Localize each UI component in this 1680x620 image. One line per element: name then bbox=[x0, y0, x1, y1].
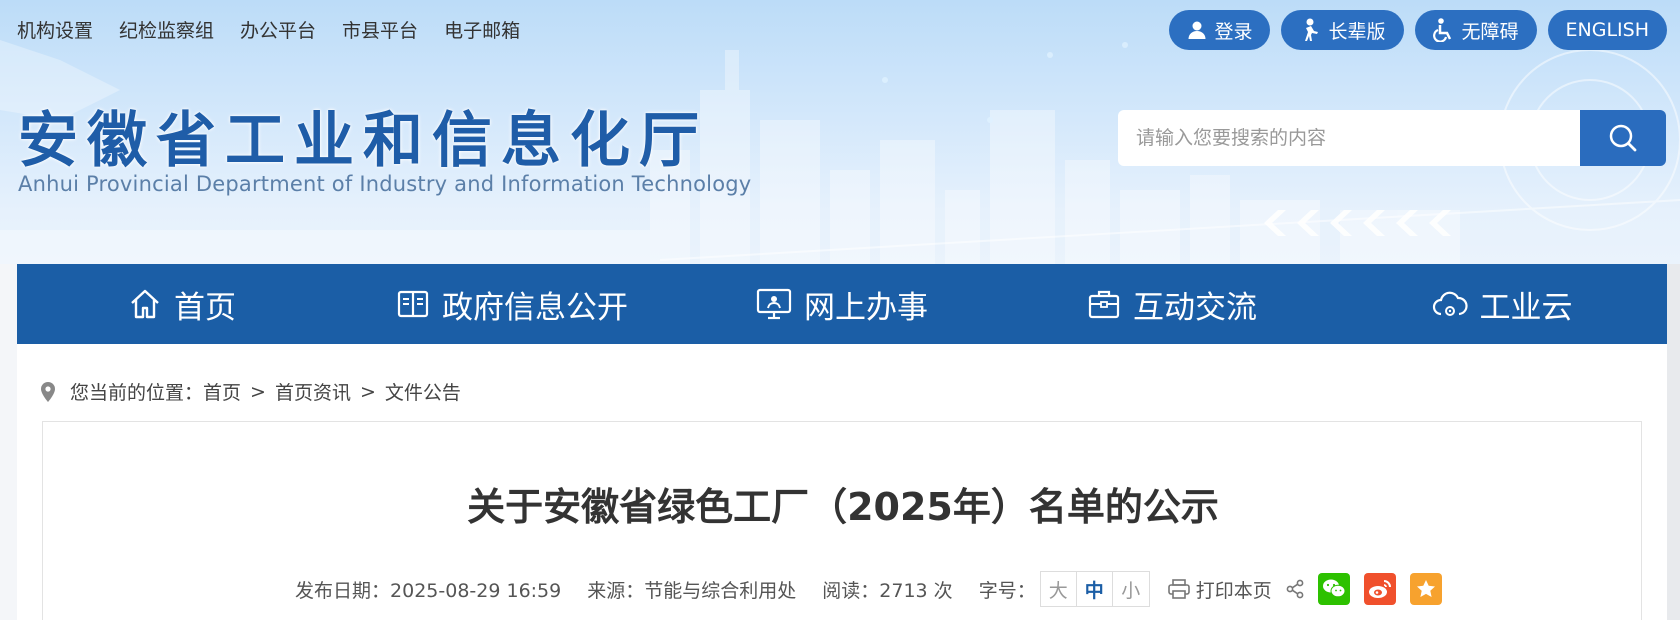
star-icon bbox=[1416, 580, 1435, 597]
top-link-city-county[interactable]: 市县平台 bbox=[342, 16, 418, 43]
home-icon bbox=[131, 289, 159, 319]
monitor-person-icon bbox=[756, 288, 792, 320]
user-icon bbox=[1188, 21, 1206, 39]
main-nav: 首页 政府信息公开 网上办事 互动交流 工业云 bbox=[17, 264, 1667, 344]
top-link-office[interactable]: 办公平台 bbox=[240, 16, 316, 43]
site-logo-cn: 安徽省工业和信息化厅 bbox=[18, 106, 708, 176]
elder-icon bbox=[1305, 18, 1319, 41]
wheelchair-icon bbox=[1432, 18, 1451, 42]
nav-item-online-service[interactable]: 网上办事 bbox=[677, 264, 1007, 344]
nav-item-home-label: 首页 bbox=[174, 289, 236, 326]
book-icon bbox=[397, 290, 429, 318]
top-link-email[interactable]: 电子邮箱 bbox=[444, 16, 520, 43]
search-button[interactable] bbox=[1580, 110, 1666, 166]
nav-item-interaction[interactable]: 互动交流 bbox=[1007, 264, 1337, 344]
breadcrumb-news[interactable]: 首页资讯 bbox=[275, 378, 351, 405]
print-label: 打印本页 bbox=[1195, 579, 1272, 602]
weibo-share-button[interactable] bbox=[1363, 573, 1396, 605]
briefcase-icon bbox=[1088, 290, 1120, 319]
breadcrumb-separator: > bbox=[359, 380, 376, 403]
page-margin bbox=[1667, 264, 1680, 620]
share-buttons bbox=[1286, 573, 1442, 605]
publish-date-value: 2025-08-29 16:59 bbox=[390, 579, 562, 602]
article-panel: 关于安徽省绿色工厂（2025年）名单的公示 发布日期：2025-08-29 16… bbox=[42, 421, 1642, 620]
search-input[interactable] bbox=[1118, 110, 1580, 166]
top-link-discipline[interactable]: 纪检监察组 bbox=[119, 16, 214, 43]
wechat-share-button[interactable] bbox=[1317, 573, 1350, 605]
favorite-button[interactable] bbox=[1409, 573, 1442, 605]
top-links: 机构设置 纪检监察组 办公平台 市县平台 电子邮箱 bbox=[17, 16, 520, 43]
breadcrumb-separator: > bbox=[250, 380, 266, 403]
print-button[interactable]: 打印本页 bbox=[1167, 576, 1272, 603]
english-button[interactable]: ENGLISH bbox=[1547, 10, 1667, 50]
font-size-large[interactable]: 大 bbox=[1041, 572, 1077, 606]
nav-item-gov-info[interactable]: 政府信息公开 bbox=[347, 264, 677, 344]
share-icon[interactable] bbox=[1286, 579, 1304, 599]
breadcrumb-home[interactable]: 首页 bbox=[203, 378, 241, 405]
accessibility-button[interactable]: 无障碍 bbox=[1414, 10, 1537, 50]
publish-date: 发布日期：2025-08-29 16:59 bbox=[295, 576, 561, 603]
top-buttons: 登录 长辈版 无障碍 ENGLISH bbox=[1169, 10, 1667, 50]
search-icon bbox=[1609, 124, 1637, 152]
login-label: 登录 bbox=[1214, 20, 1253, 43]
breadcrumb: 您当前的位置： 首页 > 首页资讯 > 文件公告 bbox=[40, 378, 461, 405]
read-count-value: 2713 次 bbox=[879, 579, 953, 602]
publish-date-label: 发布日期： bbox=[295, 579, 391, 602]
decorative-chevrons bbox=[1256, 208, 1456, 238]
font-size-small[interactable]: 小 bbox=[1113, 572, 1149, 606]
nav-item-industry-cloud-label: 工业云 bbox=[1479, 289, 1573, 326]
printer-icon bbox=[1167, 579, 1190, 599]
breadcrumb-prefix: 您当前的位置： bbox=[70, 382, 204, 404]
article-meta: 发布日期：2025-08-29 16:59 来源：节能与综合利用处 阅读：271… bbox=[295, 571, 1442, 607]
font-size-label: 字号： bbox=[978, 579, 1036, 602]
weibo-icon bbox=[1368, 580, 1391, 598]
source-label: 来源： bbox=[587, 579, 645, 602]
site-header: 机构设置 纪检监察组 办公平台 市县平台 电子邮箱 登录 长辈版 无障碍 ENG… bbox=[0, 0, 1680, 264]
login-button[interactable]: 登录 bbox=[1169, 10, 1271, 50]
nav-item-online-service-label: 网上办事 bbox=[804, 289, 928, 326]
nav-item-home[interactable]: 首页 bbox=[17, 264, 347, 344]
location-pin-icon bbox=[41, 381, 55, 402]
search-bar bbox=[1118, 110, 1666, 166]
elder-mode-button[interactable]: 长辈版 bbox=[1281, 10, 1404, 50]
english-label: ENGLISH bbox=[1565, 19, 1649, 41]
font-size-medium[interactable]: 中 bbox=[1077, 572, 1113, 606]
font-size-switcher: 大 中 小 bbox=[1039, 571, 1150, 607]
read-count: 阅读：2713 次 bbox=[822, 576, 952, 603]
elder-mode-label: 长辈版 bbox=[1328, 20, 1386, 43]
accessibility-label: 无障碍 bbox=[1461, 20, 1519, 43]
read-count-label: 阅读： bbox=[822, 579, 880, 602]
nav-item-industry-cloud[interactable]: 工业云 bbox=[1337, 264, 1667, 344]
wechat-icon bbox=[1322, 579, 1346, 598]
source-value: 节能与综合利用处 bbox=[644, 579, 797, 602]
article-title: 关于安徽省绿色工厂（2025年）名单的公示 bbox=[467, 485, 1219, 529]
site-logo-en: Anhui Provincial Department of Industry … bbox=[18, 172, 752, 196]
article-source: 来源：节能与综合利用处 bbox=[587, 576, 796, 603]
nav-item-interaction-label: 互动交流 bbox=[1133, 289, 1257, 326]
breadcrumb-announcements[interactable]: 文件公告 bbox=[385, 378, 461, 405]
top-link-org[interactable]: 机构设置 bbox=[17, 16, 93, 43]
nav-item-gov-info-label: 政府信息公开 bbox=[442, 289, 628, 326]
cloud-gear-icon bbox=[1432, 291, 1468, 316]
